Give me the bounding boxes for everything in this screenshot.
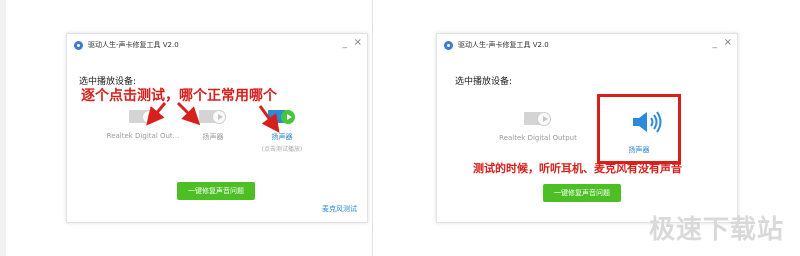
device-name: Realtek Digital Output [499, 134, 577, 142]
device-name: 扬声器 [271, 133, 293, 141]
device-realtek-digital-output[interactable]: Realtek Digital Output [483, 108, 593, 142]
right-app-window: 驱动人生-声卡修复工具 V2.0 _ × 选中播放设备: Realtek Dig… [436, 33, 738, 223]
device-play-icon [522, 108, 554, 128]
app-gear-icon [74, 41, 83, 50]
device-name: 扬声器 [202, 133, 224, 141]
window-title: 驱动人生-声卡修复工具 V2.0 [458, 41, 549, 49]
fix-sound-button[interactable]: 一键修复声音问题 [543, 184, 621, 202]
device-play-icon [127, 106, 159, 126]
select-device-label: 选中播放设备: [455, 77, 513, 87]
app-gear-icon [444, 41, 453, 50]
minimize-icon[interactable]: _ [343, 38, 348, 50]
device-speaker[interactable]: 扬声器 [193, 106, 233, 142]
title-bar: 驱动人生-声卡修复工具 V2.0 _ × [67, 34, 367, 56]
screenshot-canvas: 驱动人生-声卡修复工具 V2.0 _ × 选中播放设备: Realtek Dig… [0, 0, 800, 256]
device-play-green-icon [266, 106, 298, 126]
window-title: 驱动人生-声卡修复工具 V2.0 [88, 41, 179, 49]
device-play-icon [197, 106, 229, 126]
device-realtek-digital[interactable]: Realtek Digital Out... [103, 106, 183, 140]
device-speaker-selected[interactable]: 扬声器 [600, 97, 678, 161]
mic-test-link[interactable]: 麦克风测试 [322, 204, 357, 214]
device-name: Realtek Digital Out... [106, 132, 180, 140]
left-edge-strip [0, 0, 6, 256]
device-speaker-active[interactable]: 扬声器 (点击测试播放) [252, 106, 312, 153]
minimize-icon[interactable]: _ [713, 38, 718, 50]
right-annotation: 测试的时候，听听耳机、麦克风有没有声音 [473, 162, 682, 175]
close-icon[interactable]: × [354, 37, 362, 49]
fix-sound-button[interactable]: 一键修复声音问题 [177, 182, 255, 200]
site-watermark: 极速下载站 [648, 215, 784, 245]
device-name: 扬声器 [628, 146, 650, 154]
left-app-window: 驱动人生-声卡修复工具 V2.0 _ × 选中播放设备: Realtek Dig… [66, 33, 368, 223]
title-bar: 驱动人生-声卡修复工具 V2.0 _ × [437, 34, 737, 56]
device-test-hint: (点击测试播放) [261, 146, 303, 153]
close-icon[interactable]: × [724, 37, 732, 49]
left-annotation: 逐个点击测试，哪个正常用哪个 [81, 88, 277, 104]
panel-divider [372, 0, 373, 256]
speaker-volume-icon [633, 111, 662, 133]
